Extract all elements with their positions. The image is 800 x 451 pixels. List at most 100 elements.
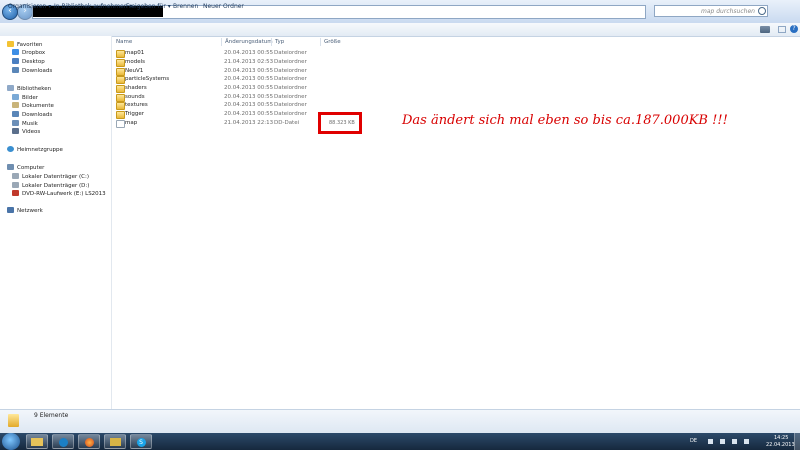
- taskbar-explorer-button[interactable]: [26, 434, 48, 449]
- folder-icon: [116, 102, 125, 110]
- network-icon: [7, 207, 14, 213]
- file-type: Dateiordner: [274, 85, 307, 91]
- nav-item-videos[interactable]: Videos: [12, 128, 40, 136]
- taskbar-media-button[interactable]: [52, 434, 74, 449]
- file-name: map: [125, 120, 138, 126]
- help-icon[interactable]: ?: [790, 25, 798, 33]
- column-divider[interactable]: [320, 38, 321, 46]
- file-row[interactable]: shaders 20.04.2013 00:55 Dateiordner: [112, 84, 352, 93]
- nav-label: Computer: [17, 165, 45, 171]
- network-tray-icon[interactable]: [732, 439, 737, 444]
- dvd-drive-icon: [12, 190, 19, 196]
- folder-icon: [116, 76, 125, 84]
- videos-icon: [12, 128, 19, 134]
- taskbar-app-button[interactable]: [104, 434, 126, 449]
- tray-icon[interactable]: [720, 439, 725, 444]
- file-name: shaders: [125, 85, 147, 91]
- folder-icon: [31, 438, 43, 446]
- show-desktop-button[interactable]: [794, 433, 800, 450]
- drive-icon: [12, 182, 19, 188]
- nav-label: Videos: [22, 129, 41, 135]
- nav-item-downloads[interactable]: Downloads: [12, 67, 52, 75]
- file-type: Dateiordner: [274, 68, 307, 74]
- file-row[interactable]: map 21.04.2013 22:13 DD-Datei: [112, 119, 352, 128]
- nav-item-pictures[interactable]: Bilder: [12, 94, 38, 102]
- search-icon[interactable]: [758, 7, 766, 15]
- nav-item-lib-downloads[interactable]: Downloads: [12, 111, 52, 119]
- file-name: models: [125, 59, 145, 65]
- file-row[interactable]: Trigger 20.04.2013 00:55 Dateiordner: [112, 110, 352, 119]
- volume-icon[interactable]: [744, 439, 749, 444]
- file-name: map01: [125, 50, 145, 56]
- firefox-icon: [84, 438, 94, 447]
- annotation-text: Das ändert sich mal eben so bis ca.187.0…: [402, 113, 728, 128]
- file-type: DD-Datei: [274, 120, 300, 126]
- nav-label: Dropbox: [22, 50, 46, 56]
- file-date: 20.04.2013 00:55: [224, 76, 274, 82]
- nav-item-drive-d[interactable]: Lokaler Datenträger (D:): [12, 182, 89, 190]
- column-header-size[interactable]: Größe: [324, 38, 341, 46]
- nav-label: Heimnetzgruppe: [17, 147, 63, 153]
- nav-label: Desktop: [22, 59, 45, 65]
- nav-item-drive-e[interactable]: DVD-RW-Laufwerk (E:) LS2013: [12, 190, 106, 198]
- column-header-name[interactable]: Name: [116, 38, 132, 46]
- search-input[interactable]: map durchsuchen: [654, 5, 768, 17]
- nav-item-documents[interactable]: Dokumente: [12, 102, 54, 110]
- drive-icon: [12, 173, 19, 179]
- column-header-type[interactable]: Typ: [275, 38, 284, 46]
- taskbar-firefox-button[interactable]: [78, 434, 100, 449]
- file-type: Dateiordner: [274, 50, 307, 56]
- file-row[interactable]: map01 20.04.2013 00:55 Dateiordner: [112, 49, 352, 58]
- burn-button[interactable]: Brennen: [173, 2, 198, 11]
- file-date: 21.04.2013 22:13: [224, 120, 274, 126]
- nav-item-drive-c[interactable]: Lokaler Datenträger (C:): [12, 173, 89, 181]
- file-type: Dateiordner: [274, 76, 307, 82]
- file-row[interactable]: models 21.04.2013 02:53 Dateiordner: [112, 58, 352, 67]
- nav-homegroup[interactable]: Heimnetzgruppe: [7, 146, 63, 154]
- view-options-icon[interactable]: [760, 26, 770, 33]
- clock-date[interactable]: 22.04.2013: [766, 442, 795, 448]
- file-type: Dateiordner: [274, 94, 307, 100]
- share-button[interactable]: Freigeben für ▾: [126, 2, 171, 11]
- column-divider[interactable]: [271, 38, 272, 46]
- new-folder-button[interactable]: Neuer Ordner: [203, 2, 244, 11]
- nav-label: Downloads: [22, 112, 53, 118]
- taskbar-skype-button[interactable]: S: [130, 434, 152, 449]
- nav-computer[interactable]: Computer: [7, 164, 44, 172]
- nav-libraries[interactable]: Bibliotheken: [7, 85, 51, 93]
- file-row[interactable]: textures 20.04.2013 00:55 Dateiordner: [112, 101, 352, 110]
- tray-icon[interactable]: [708, 439, 713, 444]
- file-type: Dateiordner: [274, 59, 307, 65]
- app-icon: [109, 438, 121, 446]
- library-button[interactable]: In Bibliothek aufnehmen ▾: [54, 2, 132, 11]
- file-name: sounds: [125, 94, 145, 100]
- pictures-icon: [12, 94, 19, 100]
- nav-item-dropbox[interactable]: Dropbox: [12, 49, 45, 57]
- organize-button[interactable]: Organisieren ▾: [8, 2, 51, 11]
- file-row[interactable]: NeuV1 20.04.2013 00:55 Dateiordner: [112, 67, 352, 76]
- file-date: 20.04.2013 00:55: [224, 68, 274, 74]
- nav-item-desktop[interactable]: Desktop: [12, 58, 45, 66]
- file-row[interactable]: sounds 20.04.2013 00:55 Dateiordner: [112, 93, 352, 102]
- nav-favorites[interactable]: Favoriten: [7, 41, 42, 49]
- nav-label: Dokumente: [22, 103, 54, 109]
- clock-time[interactable]: 14:25: [774, 435, 788, 441]
- desktop-icon: [12, 58, 19, 64]
- downloads-icon: [12, 67, 19, 73]
- column-header-date[interactable]: Änderungsdatum: [225, 38, 273, 46]
- item-count: 9 Elemente: [34, 412, 69, 419]
- file-date: 20.04.2013 00:55: [224, 111, 274, 117]
- column-divider[interactable]: [221, 38, 222, 46]
- nav-network[interactable]: Netzwerk: [7, 207, 43, 215]
- file-date: 20.04.2013 00:55: [224, 102, 274, 108]
- language-indicator[interactable]: DE: [690, 438, 697, 444]
- star-icon: [7, 41, 14, 47]
- file-name: NeuV1: [125, 68, 144, 74]
- start-button[interactable]: [2, 433, 20, 450]
- file-row[interactable]: particleSystems 20.04.2013 00:55 Dateiordn…: [112, 75, 352, 84]
- nav-item-music[interactable]: Musik: [12, 120, 38, 128]
- preview-pane-icon[interactable]: [778, 26, 786, 33]
- file-name: particleSystems: [125, 76, 170, 82]
- command-bar: [0, 23, 800, 37]
- nav-label: Bilder: [22, 95, 38, 101]
